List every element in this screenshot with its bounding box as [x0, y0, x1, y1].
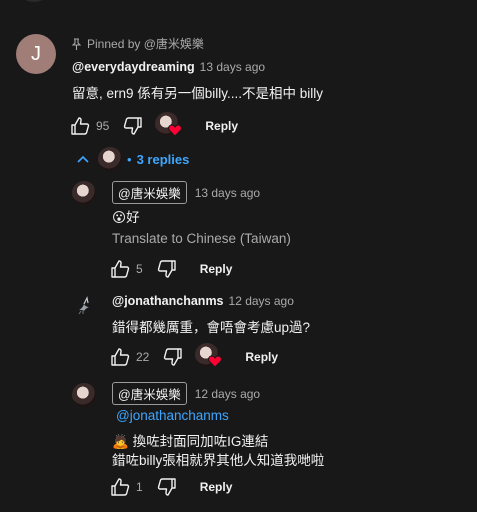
- bowing-emoji: 🙇: [112, 434, 129, 449]
- thumbs-down-icon[interactable]: [157, 477, 177, 497]
- thumbs-up-icon[interactable]: [110, 347, 130, 367]
- comment-actions: 95 Reply: [70, 112, 238, 140]
- reply-actions: 22 Reply: [110, 343, 278, 371]
- reply-author-badge[interactable]: @唐米娛樂: [112, 181, 187, 204]
- reply-author-badge[interactable]: @唐米娛樂: [112, 382, 187, 405]
- comment-time[interactable]: 13 days ago: [200, 60, 265, 74]
- reply-avatar[interactable]: [72, 181, 96, 205]
- reply-button[interactable]: Reply: [200, 262, 233, 276]
- reply-actions: 1 Reply: [110, 477, 232, 497]
- bird-avatar-icon: [78, 296, 89, 315]
- comment-text: 留意, ern9 係有另一個billy....不是相中 billy: [72, 86, 324, 101]
- thumbs-up-icon[interactable]: [110, 477, 130, 497]
- reply-time[interactable]: 12 days ago: [195, 387, 260, 401]
- reply-actions: 5 Reply: [110, 259, 232, 279]
- reply-text-body: 換咗封面同加咗IG連結: [132, 434, 269, 449]
- reply-time[interactable]: 12 days ago: [229, 294, 294, 308]
- surprised-emoji: 😮: [112, 210, 127, 225]
- replies-count[interactable]: 3 replies: [137, 152, 190, 167]
- reply-mention[interactable]: @jonathanchanms: [116, 408, 229, 423]
- reply-button[interactable]: Reply: [205, 119, 238, 133]
- reply-button[interactable]: Reply: [200, 480, 233, 494]
- like-count: 22: [136, 350, 150, 364]
- creator-heart-icon: [155, 112, 183, 140]
- like-count: 95: [96, 119, 110, 133]
- reply-time[interactable]: 13 days ago: [195, 186, 260, 200]
- pinned-label: Pinned by @唐米娛樂: [87, 37, 204, 51]
- thumbs-down-icon[interactable]: [157, 259, 177, 279]
- pinned-row: Pinned by @唐米娛樂: [72, 35, 204, 52]
- translate-link[interactable]: Translate to Chinese (Taiwan): [112, 231, 291, 246]
- chevron-up-icon[interactable]: [76, 154, 90, 164]
- reply-button[interactable]: Reply: [245, 350, 278, 364]
- avatar-letter: J: [31, 42, 41, 65]
- pin-icon: [72, 37, 81, 50]
- replies-toggle[interactable]: • 3 replies: [76, 147, 189, 171]
- thumbs-down-icon[interactable]: [123, 116, 143, 136]
- reply-avatar[interactable]: [72, 292, 96, 316]
- avatar-partial: [14, 0, 54, 2]
- reply-avatar[interactable]: [72, 383, 96, 407]
- like-count: 1: [136, 480, 143, 494]
- reply-header: @jonathanchanms 12 days ago: [112, 294, 294, 308]
- thumbs-up-icon[interactable]: [70, 116, 90, 136]
- reply-text: 錯得都幾厲重，會唔會考慮up過?: [112, 320, 311, 335]
- comment-header: @everydaydreaming 13 days ago: [72, 60, 265, 74]
- thumbs-down-icon[interactable]: [163, 347, 183, 367]
- comment-avatar[interactable]: J: [16, 34, 56, 74]
- reply-author[interactable]: @jonathanchanms: [112, 294, 224, 308]
- reply-text-line2: 錯咗billy張相就界其他人知道我哋啦: [112, 453, 325, 468]
- thumbs-up-icon[interactable]: [110, 259, 130, 279]
- reply-text: 😮好: [112, 206, 140, 226]
- like-count: 5: [136, 262, 143, 276]
- creator-heart-icon: [195, 343, 223, 371]
- reply-text-body: 好: [126, 210, 140, 225]
- replier-avatar: [98, 147, 122, 171]
- reply-header: @唐米娛樂 13 days ago: [112, 181, 260, 204]
- comment-author[interactable]: @everydaydreaming: [72, 60, 195, 74]
- reply-header: @唐米娛樂 12 days ago: [112, 382, 260, 405]
- reply-text-line1: 🙇 換咗封面同加咗IG連結: [112, 430, 268, 450]
- dot-separator: •: [127, 151, 132, 167]
